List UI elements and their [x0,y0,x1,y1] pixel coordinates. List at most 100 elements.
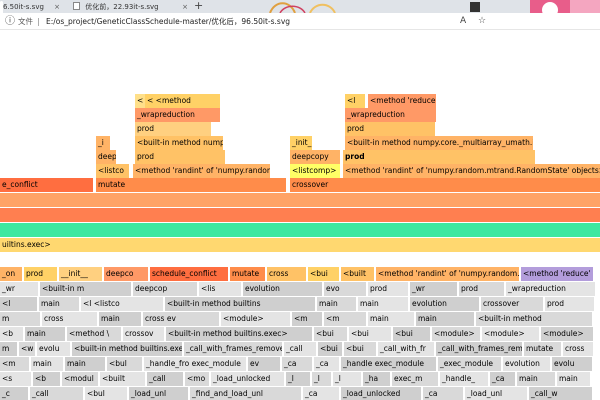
flame-frame[interactable]: _ca [490,372,515,386]
flame-frame[interactable]: _load_unlocked [341,387,421,400]
flame-frame[interactable]: _ha [363,372,390,386]
new-tab-button[interactable]: + [194,0,203,12]
flame-frame[interactable]: <built-in method numpy.core._multiarray_… [345,136,533,150]
flame-frame[interactable]: prod [459,282,504,296]
flame-frame[interactable]: <method 'randint' of 'numpy.random.m [133,164,270,178]
flame-frame[interactable]: _init_ [290,136,312,150]
flame-frame[interactable]: <method 'reduce' [521,267,593,281]
flame-frame[interactable]: <m [0,357,29,371]
flame-frame[interactable]: deep [96,150,116,164]
flame-frame[interactable]: <method 'reduce' c [368,94,436,108]
flame-frame[interactable]: deepcopy [290,150,340,164]
flame-frame[interactable]: _ca [314,357,339,371]
flame-frame[interactable]: cross [267,267,306,281]
flame-frame[interactable]: _wr [410,282,457,296]
flame-frame[interactable]: crossover [290,178,600,192]
flame-frame[interactable]: < <method [145,94,220,108]
flame-frame[interactable]: _l [286,372,310,386]
flame-frame[interactable]: <m [324,312,366,326]
flame-frame[interactable]: main [25,327,65,341]
close-tab-icon[interactable]: × [182,1,188,13]
flame-frame[interactable] [0,193,600,207]
tab-prev-svg[interactable]: 6.50it-s.svg × [0,1,62,13]
favorite-icon[interactable]: ☆ [478,16,486,27]
url-field[interactable]: E:/os_project/GeneticClassSchedule-maste… [46,16,290,27]
flame-frame[interactable]: <l [0,297,37,311]
flame-frame[interactable]: exec_m [392,372,438,386]
flame-frame[interactable]: uiltins.exec> [0,238,600,252]
flame-frame[interactable]: <listco [96,164,129,178]
flame-frame[interactable]: _l [333,372,361,386]
flame-frame[interactable]: _load_unl [129,387,188,400]
flame-frame[interactable]: evolu [37,342,70,356]
flame-frame[interactable]: prod [24,267,57,281]
flame-frame[interactable]: <built-in m [40,282,131,296]
flame-frame[interactable]: mutate [230,267,265,281]
flame-frame[interactable]: _find_and_load_unl [190,387,301,400]
flame-frame[interactable]: _call_with_frames_remove [436,342,522,356]
flame-frame[interactable]: main [358,297,408,311]
flame-frame[interactable]: <built-in method nump [135,136,223,150]
flame-frame[interactable]: _exec_module [438,357,501,371]
flame-frame[interactable]: <built-in method builtins [165,297,315,311]
flame-frame[interactable]: prod [545,297,594,311]
flame-frame[interactable]: _handle_fro exec_module [144,357,246,371]
flame-frame[interactable]: main [39,297,79,311]
flame-frame[interactable]: prod [343,150,535,164]
flame-frame[interactable]: <w [19,342,35,356]
flame-frame[interactable]: _call_with_frames_removed [184,342,282,356]
flame-frame[interactable]: prod [345,122,435,136]
flame-frame[interactable]: _i [96,136,110,150]
flame-frame[interactable]: <bui [314,327,347,341]
tab-before-optimization[interactable]: 优化前，22.93it-s.svg × [70,1,190,13]
flame-frame[interactable]: evolution [503,357,550,371]
flame-frame[interactable]: _wrapreduction [345,108,436,122]
flame-frame[interactable]: _call [147,372,183,386]
info-icon[interactable]: ⓘ [5,15,15,28]
flame-frame[interactable]: prod [135,122,211,136]
flame-frame[interactable]: cross [42,312,97,326]
flame-frame[interactable]: <built-in method builtins.exec> [72,342,182,356]
flame-frame[interactable]: _call [284,342,316,356]
flame-frame[interactable]: <bui [349,327,391,341]
flame-frame[interactable]: _ca [423,387,463,400]
flame-frame[interactable]: _handle_ [440,372,488,386]
flame-frame[interactable]: crossov [123,327,164,341]
flame-frame[interactable]: prod [135,150,225,164]
flame-frame[interactable]: cross [563,342,593,356]
flame-frame[interactable]: m [0,342,17,356]
flame-frame[interactable]: _load_unl [465,387,527,400]
flame-frame[interactable]: <b [33,372,60,386]
flame-frame[interactable]: evo [324,282,366,296]
flame-frame[interactable]: evolu [552,357,592,371]
flame-frame[interactable]: _on [0,267,22,281]
flame-frame[interactable]: <l [345,94,365,108]
flame-frame[interactable]: ev [248,357,280,371]
flame-frame[interactable]: <mo [185,372,209,386]
flame-frame[interactable]: _wrapreduction [135,108,220,122]
flame-frame[interactable]: <bul [85,387,127,400]
flame-frame[interactable]: <bui [393,327,430,341]
flame-frame[interactable]: _ca [303,387,339,400]
flame-frame[interactable]: <module> [432,327,480,341]
flame-frame[interactable]: < <method [135,94,145,108]
flame-frame[interactable]: <built-in method builtins.exec> [166,327,312,341]
read-aloud-icon[interactable]: A [460,16,466,27]
flame-frame[interactable]: <lis [199,282,241,296]
flame-frame[interactable]: e_conflict [0,178,93,192]
flame-frame[interactable]: <module> [221,312,290,326]
flame-frame[interactable]: main [517,372,555,386]
flame-frame[interactable] [0,208,600,222]
flame-frame[interactable]: <built-in method [476,312,592,326]
flame-frame[interactable]: deepco [104,267,148,281]
flame-frame[interactable]: main [416,312,474,326]
flame-frame[interactable]: <method 'randint' of 'numpy.random.mtran… [343,164,600,178]
flame-frame[interactable]: prod [368,282,408,296]
flame-frame[interactable]: <built [341,267,374,281]
flame-frame[interactable]: _wrapreduction [506,282,595,296]
close-tab-icon[interactable]: × [54,1,60,13]
flame-frame[interactable]: <listcomp> [290,164,340,178]
flame-frame[interactable]: <module> [482,327,539,341]
flame-frame[interactable]: _load_unlocked [211,372,284,386]
flame-frame[interactable]: schedule_conflict [150,267,228,281]
